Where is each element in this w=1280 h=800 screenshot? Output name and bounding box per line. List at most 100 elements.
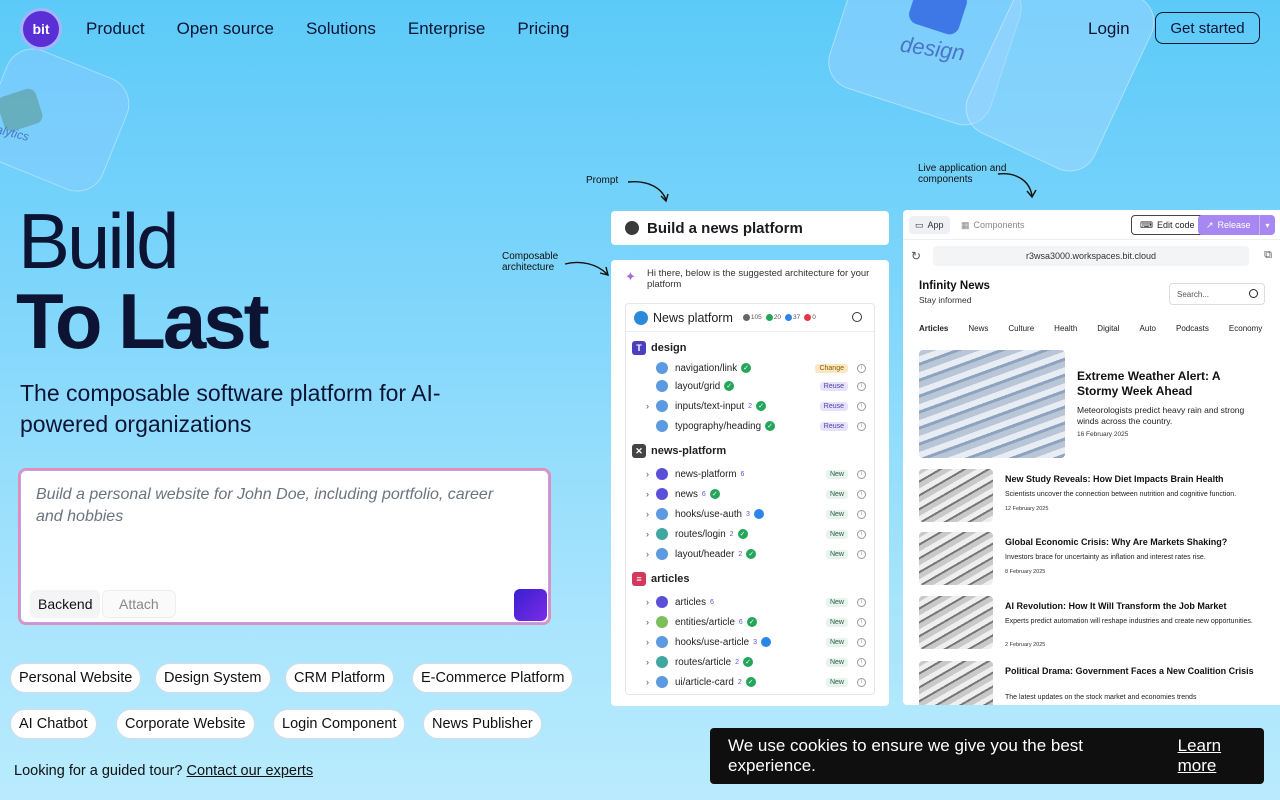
chevron-right-icon[interactable]: › [646, 597, 656, 607]
category-nav: Articles News Culture Health Digital Aut… [919, 324, 1280, 333]
site-search-input[interactable]: Search... [1169, 283, 1265, 305]
chevron-right-icon[interactable]: › [646, 401, 656, 411]
suggestion-design-system[interactable]: Design System [155, 663, 271, 693]
info-icon[interactable]: i [857, 401, 866, 411]
component-row[interactable]: › entities/article 6 ✓ New i [646, 614, 868, 630]
category-auto[interactable]: Auto [1140, 324, 1156, 333]
component-row[interactable]: navigation/link ✓ Change i [646, 360, 868, 376]
article-item[interactable]: Global Economic Crisis: Why Are Markets … [919, 532, 1269, 588]
component-icon [656, 468, 668, 480]
chevron-right-icon[interactable]: › [646, 469, 656, 479]
attach-button[interactable]: Attach [102, 590, 176, 618]
info-icon[interactable]: i [857, 657, 866, 667]
chevron-right-icon[interactable]: › [646, 617, 656, 627]
tab-components[interactable]: ▦ Components [955, 216, 1031, 234]
info-icon[interactable]: i [857, 363, 866, 373]
category-economy[interactable]: Economy [1229, 324, 1262, 333]
article-item[interactable]: Political Drama: Government Faces a New … [919, 661, 1269, 705]
url-field[interactable]: r3wsa3000.workspaces.bit.cloud [933, 246, 1249, 266]
featured-date: 16 February 2025 [1077, 431, 1129, 438]
tab-app[interactable]: ▭ App [909, 216, 950, 234]
backend-button[interactable]: Backend [30, 590, 101, 618]
deps-count: 6 [710, 598, 714, 606]
nav-product[interactable]: Product [86, 19, 145, 39]
info-icon[interactable]: i [857, 677, 866, 687]
info-icon[interactable]: i [857, 549, 866, 559]
external-link-icon[interactable]: ⧉ [1264, 249, 1272, 262]
learn-more-link[interactable]: Learn more [1178, 736, 1264, 776]
component-row[interactable]: › hooks/use-article 3 New i [646, 634, 868, 650]
prompt-input[interactable]: Build a personal website for John Doe, i… [18, 468, 551, 625]
chevron-down-icon[interactable]: ▾ [1259, 215, 1275, 235]
component-row[interactable]: › routes/article 2 ✓ New i [646, 654, 868, 670]
new-badge: New [825, 617, 848, 627]
suggestion-personal-website[interactable]: Personal Website [10, 663, 142, 693]
nav-open-source[interactable]: Open source [177, 19, 274, 39]
info-icon[interactable]: i [857, 421, 866, 431]
suggestion-ecommerce-platform[interactable]: E-Commerce Platform [412, 663, 574, 693]
release-button[interactable]: ↗ Release ▾ [1198, 215, 1275, 235]
chevron-right-icon[interactable]: › [646, 657, 656, 667]
featured-desc: Meteorologists predict heavy rain and st… [1077, 405, 1245, 426]
category-digital[interactable]: Digital [1097, 324, 1119, 333]
nav-solutions[interactable]: Solutions [306, 19, 376, 39]
category-culture[interactable]: Culture [1008, 324, 1034, 333]
suggestion-corporate-website[interactable]: Corporate Website [116, 709, 255, 739]
bit-logo[interactable]: bit [20, 8, 62, 50]
get-started-button[interactable]: Get started [1155, 12, 1260, 44]
category-articles[interactable]: Articles [919, 324, 948, 333]
article-thumbnail [919, 596, 993, 649]
component-row[interactable]: › news 6 ✓ New i [646, 486, 868, 502]
reload-icon[interactable]: ↻ [911, 249, 921, 263]
chevron-right-icon[interactable]: › [646, 529, 656, 539]
component-row[interactable]: › inputs/text-input 2 ✓ Reuse i [646, 398, 868, 414]
info-icon[interactable]: i [857, 489, 866, 499]
component-row[interactable]: typography/heading ✓ Reuse i [646, 418, 868, 434]
info-icon[interactable]: i [857, 469, 866, 479]
close-icon[interactable] [852, 312, 862, 322]
deps-count: 2 [748, 402, 753, 410]
check-icon: ✓ [709, 489, 720, 499]
check-icon: ✓ [746, 549, 757, 559]
info-icon[interactable]: i [857, 637, 866, 647]
info-icon[interactable]: i [857, 381, 866, 391]
category-news[interactable]: News [968, 324, 988, 333]
info-icon[interactable]: i [857, 597, 866, 607]
chevron-right-icon[interactable]: › [646, 637, 656, 647]
login-link[interactable]: Login [1088, 19, 1130, 39]
check-icon: ✓ [756, 401, 767, 411]
info-icon[interactable]: i [857, 509, 866, 519]
suggestion-news-publisher[interactable]: News Publisher [423, 709, 542, 739]
category-podcasts[interactable]: Podcasts [1176, 324, 1209, 333]
component-row[interactable]: › routes/login 2 ✓ New i [646, 526, 868, 542]
article-item[interactable]: New Study Reveals: How Diet Impacts Brai… [919, 469, 1269, 525]
suggestion-crm-platform[interactable]: CRM Platform [285, 663, 395, 693]
chevron-right-icon[interactable]: › [646, 509, 656, 519]
component-row[interactable]: › articles 6 New i [646, 594, 868, 610]
component-row[interactable]: › layout/header 2 ✓ New i [646, 546, 868, 562]
chevron-right-icon[interactable]: › [646, 549, 656, 559]
article-item[interactable]: AI Revolution: How It Will Transform the… [919, 596, 1269, 652]
nav-pricing[interactable]: Pricing [517, 19, 569, 39]
component-row[interactable]: layout/grid ✓ Reuse i [646, 378, 868, 394]
check-icon: ✓ [737, 529, 748, 539]
info-icon[interactable]: i [857, 529, 866, 539]
scope-news-platform-icon: ✕ [632, 444, 646, 458]
nav-enterprise[interactable]: Enterprise [408, 19, 485, 39]
info-icon[interactable]: i [857, 617, 866, 627]
component-row[interactable]: › news-platform 6 New i [646, 466, 868, 482]
category-health[interactable]: Health [1054, 324, 1077, 333]
suggestion-ai-chatbot[interactable]: AI Chatbot [10, 709, 97, 739]
chevron-right-icon[interactable]: › [646, 677, 656, 687]
component-row[interactable]: › ui/article-card 2 ✓ New i [646, 674, 868, 690]
edit-code-button[interactable]: ⌨ Edit code [1131, 215, 1204, 235]
component-row[interactable]: › hooks/use-auth 3 New i [646, 506, 868, 522]
featured-title[interactable]: Extreme Weather Alert: A Stormy Week Ahe… [1077, 369, 1262, 399]
site-title: Infinity News [919, 280, 990, 292]
deps-count: 3 [753, 638, 757, 646]
send-button[interactable] [514, 589, 547, 621]
suggestion-login-component[interactable]: Login Component [273, 709, 406, 739]
chevron-right-icon[interactable]: › [646, 489, 656, 499]
featured-image[interactable] [919, 350, 1065, 458]
contact-experts-link[interactable]: Contact our experts [187, 763, 314, 779]
